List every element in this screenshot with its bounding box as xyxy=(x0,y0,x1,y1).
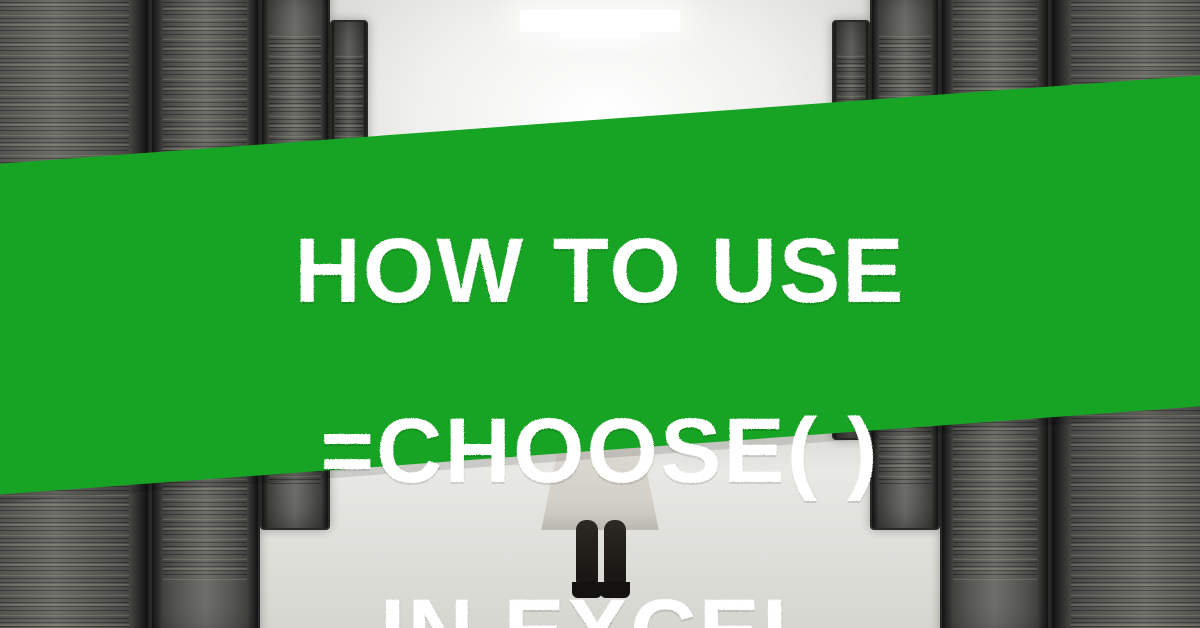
ceiling-light xyxy=(520,10,680,32)
banner-title: HOW TO USE =CHOOSE( ) IN EXCEL xyxy=(0,136,1200,628)
banner-title-line: IN EXCEL xyxy=(380,587,820,628)
banner-title-line: =CHOOSE( ) xyxy=(320,406,879,496)
banner-title-line: HOW TO USE xyxy=(294,226,905,316)
